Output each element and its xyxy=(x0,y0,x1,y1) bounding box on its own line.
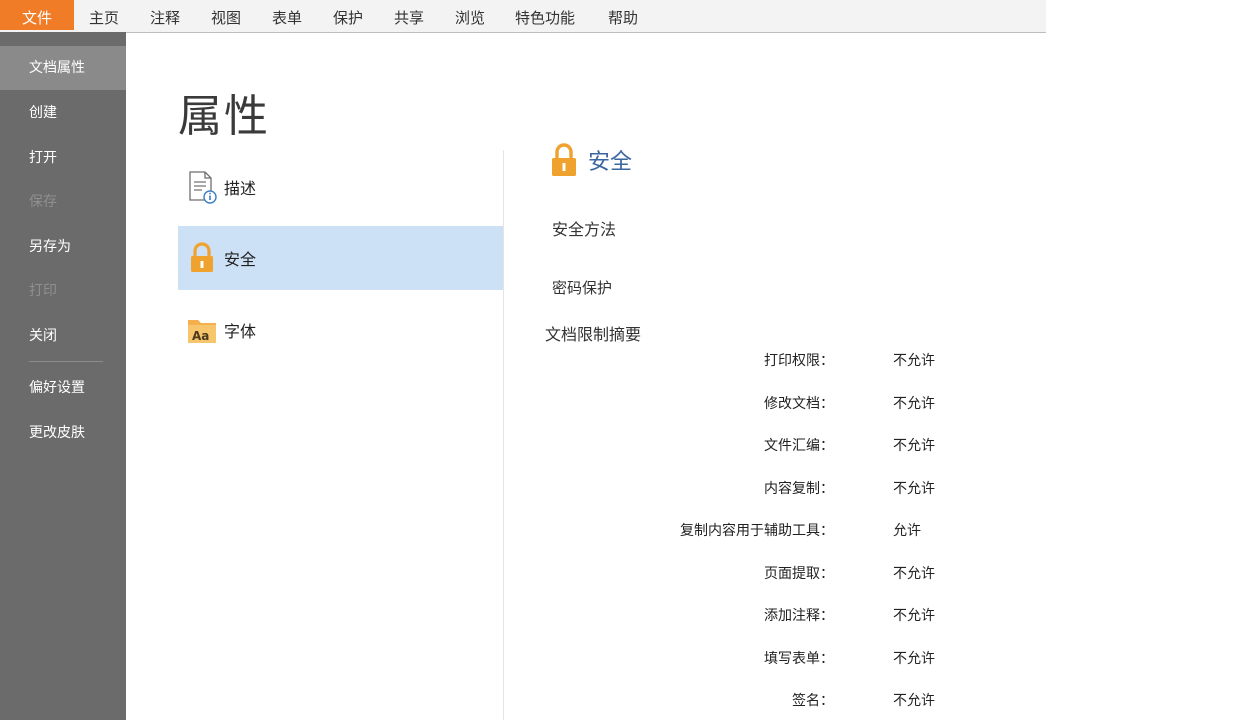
svg-text:Aa: Aa xyxy=(192,329,209,343)
menu-share[interactable]: 共享 xyxy=(394,0,424,32)
sidebar-item-save-as[interactable]: 另存为 xyxy=(0,225,126,269)
lock-icon xyxy=(548,142,580,178)
sidebar-divider xyxy=(29,361,103,362)
menu-view[interactable]: 视图 xyxy=(211,0,241,32)
sidebar-item-change-skin[interactable]: 更改皮肤 xyxy=(0,411,126,455)
sidebar-item-document-properties[interactable]: 文档属性 xyxy=(0,46,126,90)
category-label: 字体 xyxy=(224,322,257,341)
permission-key: 打印权限： xyxy=(764,353,834,369)
menu-help[interactable]: 帮助 xyxy=(608,0,638,32)
permission-row: 修改文档： 不允许 xyxy=(560,393,960,417)
permission-key: 内容复制： xyxy=(764,481,834,497)
backstage-sidebar: 文档属性 创建 打开 保存 另存为 打印 关闭 偏好设置 更改皮肤 xyxy=(0,32,126,720)
permission-row: 添加注释： 不允许 xyxy=(560,605,960,629)
security-method-label: 安全方法 xyxy=(552,220,617,239)
security-header: 安全 xyxy=(548,142,632,178)
permission-value: 不允许 xyxy=(893,396,935,412)
menu-file[interactable]: 文件 xyxy=(0,0,74,30)
sidebar-item-print: 打印 xyxy=(29,283,57,299)
permission-key: 修改文档： xyxy=(764,396,834,412)
sidebar-item-create[interactable]: 创建 xyxy=(0,91,126,135)
permission-value: 不允许 xyxy=(893,651,935,667)
menu-home[interactable]: 主页 xyxy=(89,0,119,32)
description-doc-icon xyxy=(186,170,218,204)
permission-value: 不允许 xyxy=(893,438,935,454)
menu-annotate[interactable]: 注释 xyxy=(150,0,180,32)
permission-value: 不允许 xyxy=(893,481,935,497)
permission-key: 复制内容用于辅助工具： xyxy=(680,523,834,539)
category-description[interactable]: 描述 xyxy=(178,155,503,219)
permission-row: 复制内容用于辅助工具： 允许 xyxy=(560,520,960,544)
permission-row: 打印权限： 不允许 xyxy=(560,350,960,374)
lock-icon xyxy=(186,241,218,275)
permission-key: 签名： xyxy=(792,693,834,709)
menu-features[interactable]: 特色功能 xyxy=(515,0,575,32)
permission-row: 页面提取： 不允许 xyxy=(560,563,960,587)
menu-form[interactable]: 表单 xyxy=(272,0,302,32)
permission-row: 内容复制： 不允许 xyxy=(560,478,960,502)
menu-browse[interactable]: 浏览 xyxy=(455,0,485,32)
panel-divider xyxy=(503,150,504,720)
sidebar-item-save: 保存 xyxy=(29,194,57,210)
permission-key: 添加注释： xyxy=(764,608,834,624)
sidebar-item-preferences[interactable]: 偏好设置 xyxy=(0,366,126,410)
permission-row: 文件汇编： 不允许 xyxy=(560,435,960,459)
permission-value: 允许 xyxy=(893,523,921,539)
permission-row: 填写表单： 不允许 xyxy=(560,648,960,672)
security-title: 安全 xyxy=(588,150,633,175)
category-label: 描述 xyxy=(224,179,257,198)
restrictions-summary-label: 文档限制摘要 xyxy=(545,325,642,344)
permission-row: 签名： 不允许 xyxy=(560,690,960,714)
menu-protect[interactable]: 保护 xyxy=(333,0,363,32)
category-fonts[interactable]: Aa 字体 xyxy=(178,298,503,362)
permission-value: 不允许 xyxy=(893,693,935,709)
permission-key: 文件汇编： xyxy=(764,438,834,454)
permission-key: 填写表单： xyxy=(764,651,834,667)
page-title: 属性 xyxy=(178,91,270,142)
permission-value: 不允许 xyxy=(893,608,935,624)
permission-value: 不允许 xyxy=(893,566,935,582)
category-label: 安全 xyxy=(224,250,257,269)
sidebar-item-open[interactable]: 打开 xyxy=(0,136,126,180)
security-method-value: 密码保护 xyxy=(552,279,613,297)
menu-bar: 文件 主页 注释 视图 表单 保护 共享 浏览 特色功能 帮助 xyxy=(0,0,1046,33)
permission-key: 页面提取： xyxy=(764,566,834,582)
category-security[interactable]: 安全 xyxy=(178,226,503,290)
permission-value: 不允许 xyxy=(893,353,935,369)
sidebar-item-close[interactable]: 关闭 xyxy=(0,314,126,358)
font-folder-icon: Aa xyxy=(186,315,218,345)
